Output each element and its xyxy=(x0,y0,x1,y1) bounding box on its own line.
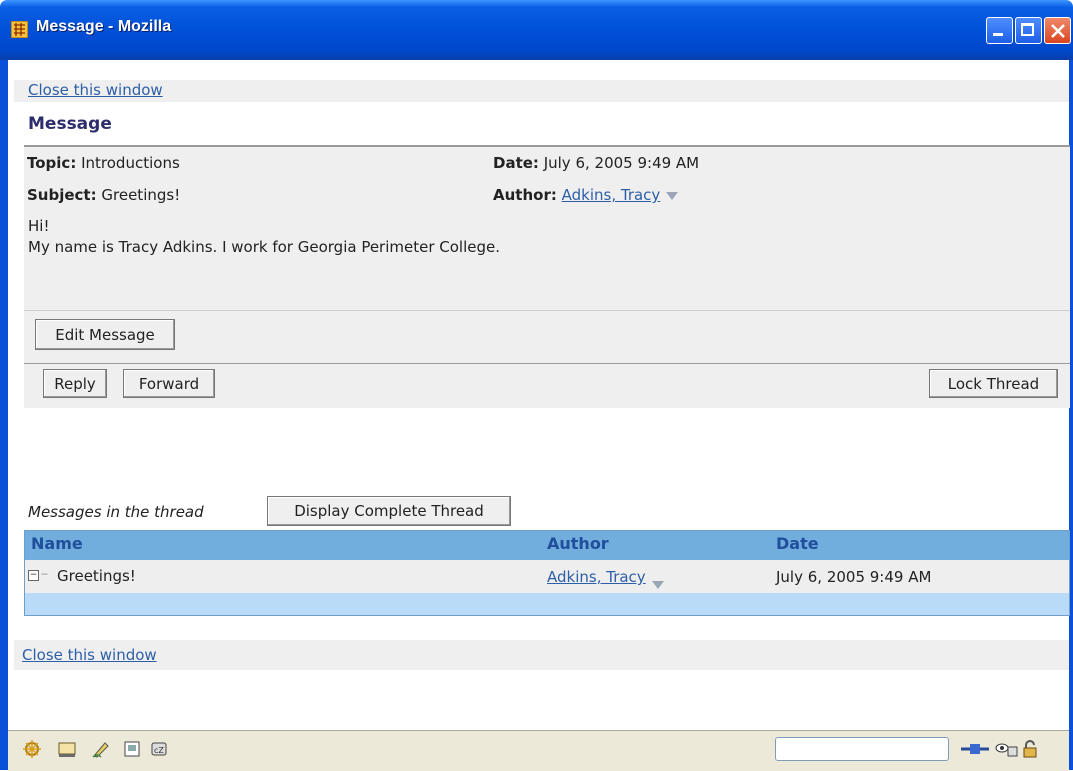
thread-item-author-link[interactable]: Adkins, Tracy xyxy=(547,568,646,586)
status-text-field xyxy=(775,737,949,761)
column-header-name[interactable]: Name xyxy=(31,534,83,553)
minimize-button[interactable] xyxy=(986,17,1013,44)
subject-label: Subject: xyxy=(27,186,97,204)
message-body-line: Hi! xyxy=(28,217,50,235)
author-field: Author: Adkins, Tracy xyxy=(493,186,679,204)
action-bar: Reply Forward Lock Thread xyxy=(24,364,1070,408)
close-window-link-top[interactable]: Close this window xyxy=(28,80,163,100)
subject-value: Greetings! xyxy=(101,186,181,204)
author-menu-arrow-icon[interactable] xyxy=(666,191,679,200)
reply-button[interactable]: Reply xyxy=(43,369,107,398)
maximize-icon xyxy=(1021,23,1034,36)
author-label: Author: xyxy=(493,186,557,204)
composer-icon[interactable] xyxy=(91,739,111,759)
status-bar: cZ xyxy=(8,730,1069,771)
window-left-border xyxy=(0,60,8,770)
thread-author-menu-arrow-icon[interactable] xyxy=(651,580,664,589)
window-title: Message - Mozilla xyxy=(36,18,172,35)
thread-item-name[interactable]: Greetings! xyxy=(57,567,136,585)
date-value: July 6, 2005 9:49 AM xyxy=(543,154,700,172)
message-meta: Topic: Introductions Date: July 6, 2005 … xyxy=(24,145,1070,213)
message-body-line: My name is Tracy Adkins. I work for Geor… xyxy=(28,238,501,256)
bottom-close-bar: Close this window xyxy=(14,640,1069,670)
minimize-icon xyxy=(993,33,1003,36)
table-row[interactable]: − ‒ Greetings! Adkins, Tracy July 6, 200… xyxy=(25,560,1069,593)
topic-field: Topic: Introductions xyxy=(27,154,180,172)
maximize-button[interactable] xyxy=(1015,17,1042,44)
top-close-bar: Close this window xyxy=(14,80,1069,102)
online-icon[interactable] xyxy=(960,739,990,759)
topic-value: Introductions xyxy=(81,154,180,172)
display-complete-thread-button[interactable]: Display Complete Thread xyxy=(267,496,511,526)
edit-bar: Edit Message xyxy=(24,311,1070,365)
close-icon xyxy=(1051,24,1065,38)
mail-icon[interactable] xyxy=(57,739,77,759)
tree-connector-icon: ‒ xyxy=(41,567,48,580)
thread-table-header: Name Author Date xyxy=(25,531,1069,560)
lock-icon[interactable] xyxy=(1020,739,1040,759)
chat-icon[interactable]: cZ xyxy=(149,739,169,759)
topic-label: Topic: xyxy=(27,154,77,172)
security-icon[interactable] xyxy=(994,739,1018,759)
date-field: Date: July 6, 2005 9:49 AM xyxy=(493,154,699,172)
thread-item-author-cell: Adkins, Tracy xyxy=(547,568,664,589)
close-window-button[interactable] xyxy=(1044,17,1071,44)
thread-table: Name Author Date − ‒ Greetings! Adkins, … xyxy=(24,530,1070,616)
close-window-link-bottom[interactable]: Close this window xyxy=(22,646,157,664)
lock-thread-button[interactable]: Lock Thread xyxy=(929,369,1058,398)
column-header-author[interactable]: Author xyxy=(547,534,609,553)
svg-text:cZ: cZ xyxy=(154,746,164,755)
date-label: Date: xyxy=(493,154,539,172)
thread-label: Messages in the thread xyxy=(28,503,204,521)
addressbook-icon[interactable] xyxy=(122,739,142,759)
author-link[interactable]: Adkins, Tracy xyxy=(562,186,661,204)
title-bar[interactable]: Message - Mozilla xyxy=(0,0,1073,60)
edit-message-button[interactable]: Edit Message xyxy=(35,319,175,350)
message-body-text: Hi! My name is Tracy Adkins. I work for … xyxy=(28,216,500,258)
thread-item-date: July 6, 2005 9:49 AM xyxy=(776,568,932,586)
navigator-icon[interactable] xyxy=(22,739,42,759)
subject-field: Subject: Greetings! xyxy=(27,186,180,204)
message-body: Hi! My name is Tracy Adkins. I work for … xyxy=(24,210,1070,311)
collapse-icon[interactable]: − xyxy=(28,570,39,581)
browser-window: Message - Mozilla Close this window Mess… xyxy=(0,0,1073,771)
forward-button[interactable]: Forward xyxy=(123,369,215,398)
column-header-date[interactable]: Date xyxy=(776,534,819,553)
mozilla-app-icon xyxy=(11,21,28,38)
message-heading: Message xyxy=(28,114,112,134)
